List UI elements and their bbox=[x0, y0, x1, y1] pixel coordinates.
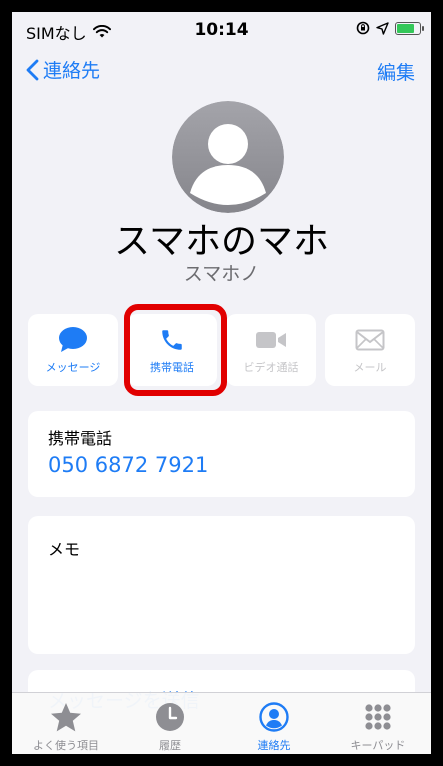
keypad-icon bbox=[365, 704, 391, 730]
orientation-lock-icon bbox=[356, 21, 370, 35]
phone-type-label: 携帯電話 bbox=[48, 429, 113, 448]
contact-name: スマホのマホ bbox=[114, 221, 329, 262]
message-action-button[interactable]: メッセージ bbox=[28, 314, 118, 386]
tab-recents[interactable]: 履歴 bbox=[118, 693, 222, 754]
edit-button[interactable]: 編集 bbox=[377, 58, 415, 85]
tab-favorites[interactable]: よく使う項目 bbox=[14, 693, 118, 754]
battery-charging-icon bbox=[395, 21, 424, 35]
memo-card[interactable]: メモ bbox=[28, 516, 415, 654]
contact-avatar bbox=[172, 101, 284, 213]
message-bubble-icon bbox=[59, 327, 87, 352]
location-arrow-icon bbox=[376, 21, 389, 35]
message-action-label: メッセージ bbox=[45, 361, 101, 374]
video-call-action-button[interactable]: ビデオ通話 bbox=[226, 314, 316, 386]
phone-icon bbox=[162, 330, 182, 350]
status-bar: SIMなし 10:14 bbox=[12, 12, 431, 50]
mail-action-button[interactable]: メール bbox=[325, 314, 415, 386]
contact-detail-screen: SIMなし 10:14 連絡先 編集 スマホのマホ スマホノ メッセージ 携帯電… bbox=[12, 12, 431, 754]
mobile-call-action-button[interactable]: 携帯電話 bbox=[127, 314, 217, 386]
back-label: 連絡先 bbox=[43, 60, 101, 82]
memo-label: メモ bbox=[48, 540, 81, 559]
contact-phonetic-name: スマホノ bbox=[183, 263, 260, 285]
mail-envelope-icon bbox=[355, 329, 385, 351]
tab-contacts-label: 連絡先 bbox=[257, 739, 291, 752]
tab-recents-label: 履歴 bbox=[159, 739, 181, 752]
tab-keypad[interactable]: キーパッド bbox=[326, 693, 430, 754]
quick-actions: メッセージ 携帯電話 ビデオ通話 メール bbox=[28, 314, 415, 386]
clock-icon bbox=[156, 703, 184, 731]
tab-keypad-label: キーパッド bbox=[350, 739, 406, 752]
mail-action-label: メール bbox=[353, 361, 387, 374]
chevron-left-icon bbox=[26, 59, 39, 80]
person-circle-icon bbox=[259, 702, 289, 732]
mobile-call-action-label: 携帯電話 bbox=[150, 361, 194, 374]
star-icon bbox=[51, 702, 81, 731]
tab-contacts[interactable]: 連絡先 bbox=[222, 693, 326, 754]
video-call-action-label: ビデオ通話 bbox=[243, 361, 299, 374]
phone-number-card[interactable]: 携帯電話 050 6872 7921 bbox=[28, 411, 415, 497]
phone-number-link[interactable]: 050 6872 7921 bbox=[48, 453, 208, 477]
tab-favorites-label: よく使う項目 bbox=[33, 739, 99, 752]
video-camera-icon bbox=[256, 332, 286, 348]
back-to-contacts-button[interactable]: 連絡先 bbox=[26, 56, 100, 83]
tab-bar: よく使う項目 履歴 連絡先 キーパッド bbox=[12, 692, 431, 754]
